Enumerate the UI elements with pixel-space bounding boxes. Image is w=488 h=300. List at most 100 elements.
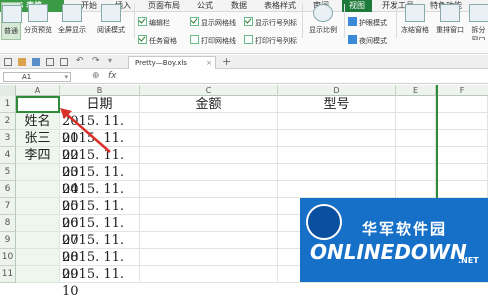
cell-e5[interactable] <box>396 164 436 181</box>
cell-e4[interactable] <box>396 147 436 164</box>
checkbox-formula-bar[interactable]: 编辑栏 <box>138 17 170 29</box>
eye-care-mode-button[interactable]: 护眼模式 <box>348 17 387 29</box>
cell-c7[interactable] <box>140 198 278 215</box>
cell-b9[interactable]: 2015. 11. 08 <box>60 232 140 265</box>
cell-e6[interactable] <box>396 181 436 198</box>
open-folder-icon[interactable] <box>18 58 26 66</box>
zoom-icon[interactable]: ⊕ <box>92 71 100 81</box>
fullscreen-button[interactable]: 全屏显示 <box>56 2 88 40</box>
cell-c1[interactable]: 金额 <box>140 96 278 113</box>
print-icon[interactable] <box>46 58 54 66</box>
cell-e2[interactable] <box>396 113 436 130</box>
row-header[interactable]: 5 <box>0 164 16 181</box>
column-header-c[interactable]: C <box>140 85 278 96</box>
name-box[interactable]: A1 ▾ <box>3 72 71 82</box>
menu-data[interactable]: 数据 <box>228 0 250 12</box>
cell-a7[interactable] <box>16 198 60 215</box>
cell-b7[interactable]: 2015. 11. 06 <box>60 198 140 231</box>
cell-c4[interactable] <box>140 147 278 164</box>
cell-a10[interactable] <box>16 249 60 266</box>
grid-icon <box>2 5 22 23</box>
checkbox-task-pane[interactable]: 任务窗格 <box>138 35 177 47</box>
cell-d5[interactable] <box>278 164 396 181</box>
row-header[interactable]: 7 <box>0 198 16 215</box>
column-header-f[interactable]: F <box>436 85 488 96</box>
cell-d1[interactable]: 型号 <box>278 96 396 113</box>
cell-a5[interactable] <box>16 164 60 181</box>
chevron-down-icon[interactable]: ▾ <box>64 73 68 82</box>
cell-d4[interactable] <box>278 147 396 164</box>
column-header-e[interactable]: E <box>396 85 436 96</box>
cell-c10[interactable] <box>140 249 278 266</box>
cell-d6[interactable] <box>278 181 396 198</box>
preview-icon[interactable] <box>60 58 68 66</box>
new-file-icon[interactable] <box>4 58 12 66</box>
row-header[interactable]: 3 <box>0 130 16 147</box>
column-header-d[interactable]: D <box>278 85 396 96</box>
cell-f1[interactable] <box>436 96 488 113</box>
normal-view-button[interactable]: 普通 <box>1 2 22 40</box>
cell-d3[interactable] <box>278 130 396 147</box>
menu-formula[interactable]: 公式 <box>194 0 216 12</box>
cell-c6[interactable] <box>140 181 278 198</box>
cell-a11[interactable] <box>16 266 60 283</box>
cell-f5[interactable] <box>436 164 488 181</box>
customize-icon[interactable]: ▾ <box>108 56 112 65</box>
night-mode-button[interactable]: 夜间模式 <box>348 35 387 47</box>
reading-mode-button[interactable]: 阅读模式 <box>91 2 131 40</box>
arrange-window-button[interactable]: 重排窗口 <box>433 2 467 40</box>
cell-a8[interactable] <box>16 215 60 232</box>
cell-c5[interactable] <box>140 164 278 181</box>
row-header[interactable]: 8 <box>0 215 16 232</box>
zoom-button[interactable]: 显示比例 <box>306 2 340 40</box>
redo-icon[interactable]: ↷ <box>92 56 100 66</box>
menu-page-layout[interactable]: 页面布局 <box>146 0 182 12</box>
menu-table-style[interactable]: 表格样式 <box>262 0 298 12</box>
select-all-corner[interactable] <box>0 85 16 96</box>
row-header[interactable]: 11 <box>0 266 16 283</box>
cell-c2[interactable] <box>140 113 278 130</box>
cell-b10[interactable]: 2015. 11. 09 <box>60 249 140 282</box>
cell-a9[interactable] <box>16 232 60 249</box>
checkbox-show-gridlines[interactable]: 显示网格线 <box>190 17 236 29</box>
cell-f3[interactable] <box>436 130 488 147</box>
undo-icon[interactable]: ↶ <box>76 56 84 66</box>
new-tab-icon[interactable]: + <box>222 55 231 68</box>
cell-b11[interactable]: 2015. 11. 10 <box>60 266 140 299</box>
cell-e3[interactable] <box>396 130 436 147</box>
cell-c11[interactable] <box>140 266 278 283</box>
checkbox-print-gridlines[interactable]: 打印网格线 <box>190 35 236 47</box>
page-break-preview-button[interactable]: 分页预览 <box>23 2 53 40</box>
menu-view[interactable]: 视图 <box>342 0 372 12</box>
row-header[interactable]: 10 <box>0 249 16 266</box>
formula-input[interactable] <box>124 72 488 82</box>
save-icon[interactable] <box>32 58 40 66</box>
close-icon[interactable]: × <box>206 57 212 69</box>
cell-b8[interactable]: 2015. 11. 07 <box>60 215 140 248</box>
cell-b6[interactable]: 2015. 11. 05 <box>60 181 140 214</box>
checkbox-print-headers[interactable]: 打印行号列标 <box>244 35 297 47</box>
cell-c9[interactable] <box>140 232 278 249</box>
split-window-button[interactable]: 拆分窗口 <box>469 2 488 40</box>
cell-b5[interactable]: 2015. 11. 04 <box>60 164 140 197</box>
row-header[interactable]: 6 <box>0 181 16 198</box>
cell-e1[interactable] <box>396 96 436 113</box>
column-header-b[interactable]: B <box>60 85 140 96</box>
freeze-panes-button[interactable]: 冻结窗格 <box>399 2 431 40</box>
cell-d2[interactable] <box>278 113 396 130</box>
row-header[interactable]: 9 <box>0 232 16 249</box>
tab-file[interactable]: Pretty—Boy.xls × <box>128 56 216 69</box>
column-header-a[interactable]: A <box>16 85 60 96</box>
cell-c3[interactable] <box>140 130 278 147</box>
cell-f4[interactable] <box>436 147 488 164</box>
row-header[interactable]: 2 <box>0 113 16 130</box>
checkbox-show-headers[interactable]: 显示行号列标 <box>244 17 297 29</box>
row-header[interactable]: 4 <box>0 147 16 164</box>
watermark-domain-text: .NET <box>458 256 479 265</box>
function-icon[interactable]: fx <box>108 71 117 81</box>
cell-c8[interactable] <box>140 215 278 232</box>
cell-f2[interactable] <box>436 113 488 130</box>
cell-a6[interactable] <box>16 181 60 198</box>
cell-f6[interactable] <box>436 181 488 198</box>
row-header[interactable]: 1 <box>0 96 16 113</box>
